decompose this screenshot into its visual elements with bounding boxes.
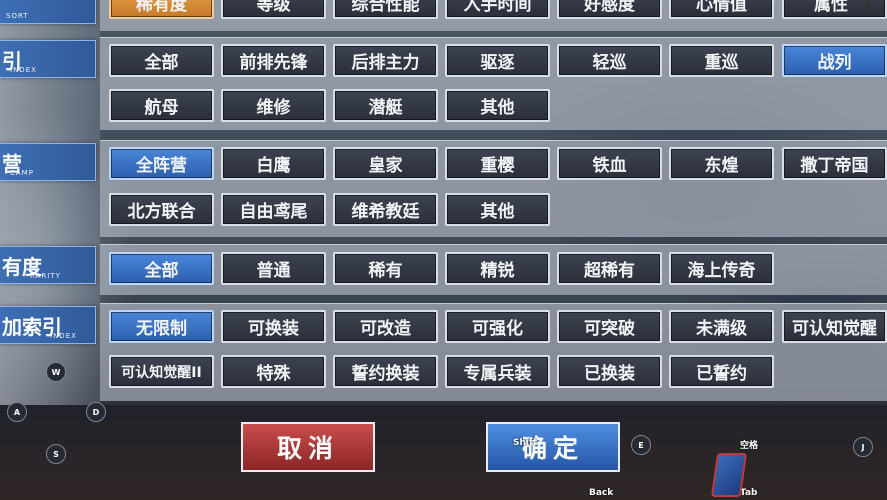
- key-hint-shift: Shift: [513, 438, 538, 448]
- index-option-all[interactable]: 全部: [109, 44, 214, 77]
- sort-header: SORT: [0, 0, 96, 24]
- index-option-battleship[interactable]: 战列: [782, 44, 887, 77]
- index-header: 引 INDEX: [0, 40, 96, 78]
- sort-option-time[interactable]: 入手时间: [445, 0, 550, 19]
- key-hint-s: S: [46, 444, 66, 464]
- index-option-destroyer[interactable]: 驱逐: [445, 44, 550, 77]
- camp-option-dragon-empery[interactable]: 东煌: [669, 147, 774, 180]
- extra-index-header-en: INDEX: [50, 332, 77, 340]
- rarity-option-elite[interactable]: 精锐: [445, 252, 550, 285]
- camp-option-iris-libre[interactable]: 自由鸢尾: [221, 193, 326, 226]
- sort-option-affinity[interactable]: 好感度: [557, 0, 662, 19]
- key-hint-a: A: [7, 402, 27, 422]
- key-hint-space: 空格: [740, 441, 759, 451]
- camp-header-en: CAMP: [10, 169, 34, 177]
- key-hint-w: W: [46, 362, 66, 382]
- index-option-heavy-cruiser[interactable]: 重巡: [669, 44, 774, 77]
- extra-index-header: 加索引 INDEX: [0, 306, 96, 344]
- rarity-option-all[interactable]: 全部: [109, 252, 214, 285]
- watermark-logo-icon: [710, 453, 748, 497]
- rarity-option-ultra-rare[interactable]: 海上传奇: [669, 252, 774, 285]
- index-option-submarine[interactable]: 潜艇: [333, 89, 438, 122]
- rarity-header-en: RARITY: [30, 272, 61, 280]
- sort-direction-icon[interactable]: [866, 0, 875, 12]
- extra-option-awakening-ii[interactable]: 可认知觉醒II: [109, 355, 214, 388]
- sort-option-level[interactable]: 等级: [221, 0, 326, 19]
- camp-option-all[interactable]: 全阵营: [109, 147, 214, 180]
- rarity-option-common[interactable]: 普通: [221, 252, 326, 285]
- index-option-repair[interactable]: 维修: [221, 89, 326, 122]
- rarity-option-super-rare[interactable]: 超稀有: [557, 252, 662, 285]
- key-hint-e: E: [631, 435, 651, 455]
- camp-option-other[interactable]: 其他: [445, 193, 550, 226]
- extra-option-enhanceable[interactable]: 可强化: [445, 310, 550, 343]
- extra-option-retrofit-skin[interactable]: 可换装: [221, 310, 326, 343]
- extra-option-not-max-level[interactable]: 未满级: [669, 310, 774, 343]
- index-option-light-cruiser[interactable]: 轻巡: [557, 44, 662, 77]
- index-option-other[interactable]: 其他: [445, 89, 550, 122]
- camp-option-iron-blood[interactable]: 铁血: [557, 147, 662, 180]
- index-option-vanguard[interactable]: 前排先锋: [221, 44, 326, 77]
- index-option-main[interactable]: 后排主力: [333, 44, 438, 77]
- rarity-option-rare[interactable]: 稀有: [333, 252, 438, 285]
- camp-option-royal-navy[interactable]: 皇家: [333, 147, 438, 180]
- rarity-header: 有度 RARITY: [0, 246, 96, 284]
- camp-option-northern-parliament[interactable]: 北方联合: [109, 193, 214, 226]
- extra-option-special[interactable]: 特殊: [221, 355, 326, 388]
- extra-option-skin-equipped[interactable]: 已换装: [557, 355, 662, 388]
- index-option-carrier[interactable]: 航母: [109, 89, 214, 122]
- extra-option-awakening[interactable]: 可认知觉醒: [782, 310, 887, 343]
- camp-option-sardegna[interactable]: 撒丁帝国: [782, 147, 887, 180]
- extra-option-limit-break[interactable]: 可突破: [557, 310, 662, 343]
- extra-option-oathed[interactable]: 已誓约: [669, 355, 774, 388]
- sort-option-rarity[interactable]: 稀有度: [109, 0, 214, 19]
- bottom-bar: [0, 405, 887, 500]
- cancel-button[interactable]: 取消: [241, 422, 375, 472]
- sort-option-mood[interactable]: 心情值: [669, 0, 774, 19]
- extra-option-oath-skin[interactable]: 誓约换装: [333, 355, 438, 388]
- confirm-button[interactable]: 确定: [486, 422, 620, 472]
- extra-option-unlimited[interactable]: 无限制: [109, 310, 214, 343]
- sort-header-en: SORT: [6, 12, 29, 20]
- camp-option-vichya-dominion[interactable]: 维希教廷: [333, 193, 438, 226]
- camp-header: 营 CAMP: [0, 143, 96, 181]
- key-hint-tab: Tab: [740, 488, 758, 498]
- sort-option-overall[interactable]: 综合性能: [333, 0, 438, 19]
- extra-option-retrofittable[interactable]: 可改造: [333, 310, 438, 343]
- key-hint-j: J: [853, 437, 873, 457]
- camp-option-sakura-empire[interactable]: 重樱: [445, 147, 550, 180]
- index-header-en: INDEX: [10, 66, 37, 74]
- extra-option-unique-augment[interactable]: 专属兵装: [445, 355, 550, 388]
- camp-option-eagle-union[interactable]: 白鹰: [221, 147, 326, 180]
- key-hint-back: Back: [589, 488, 614, 498]
- key-hint-d: D: [86, 402, 106, 422]
